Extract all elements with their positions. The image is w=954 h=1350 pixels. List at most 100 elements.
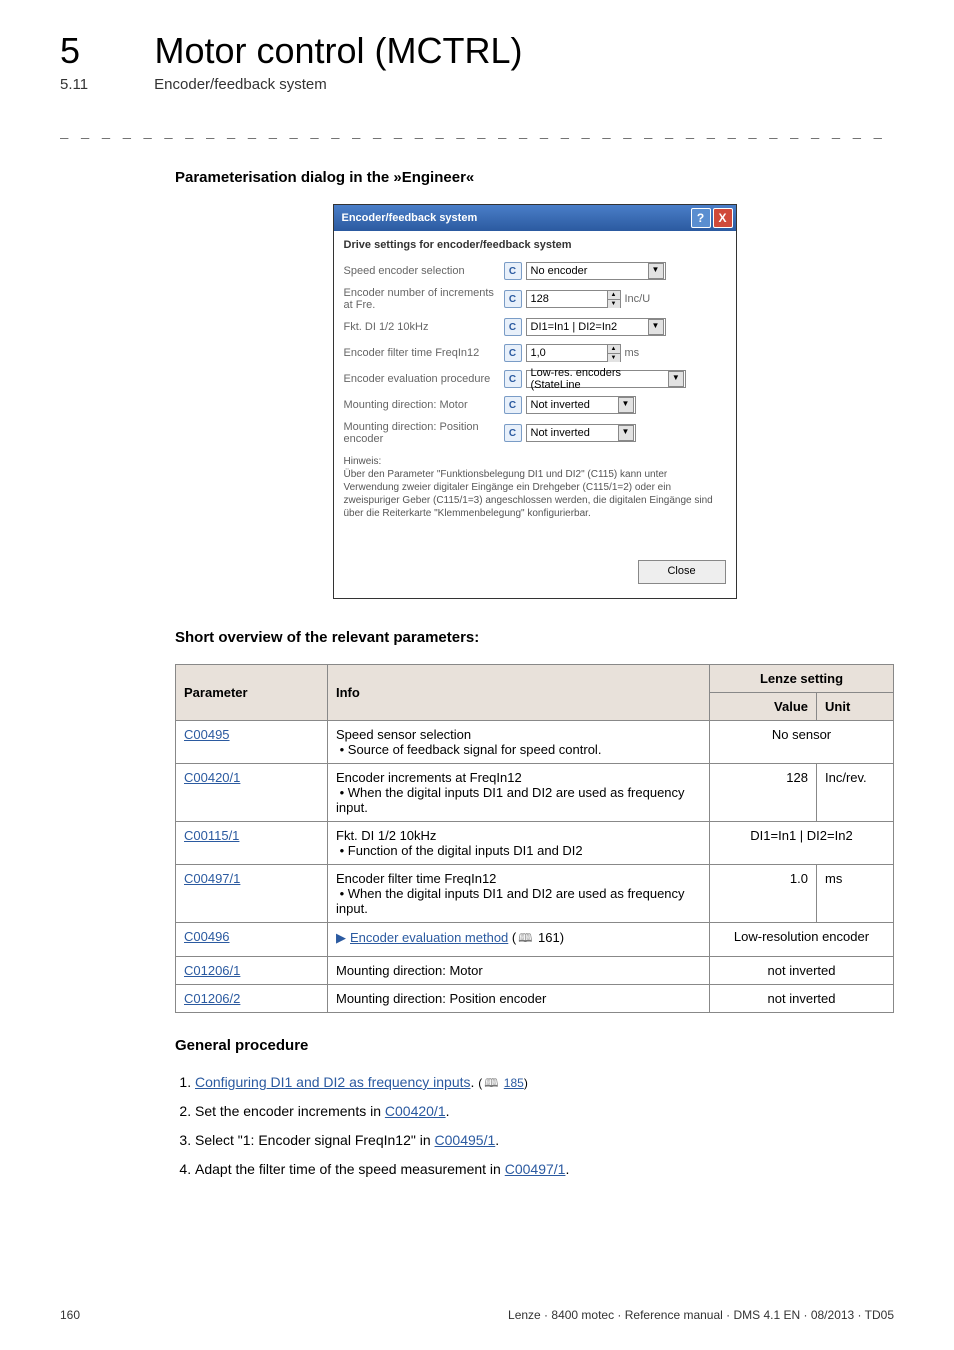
- label-mount-motor: Mounting direction: Motor: [344, 399, 504, 411]
- c-button[interactable]: C: [504, 344, 522, 362]
- table-row: C00496 ▶Encoder evaluation method ( 161)…: [176, 923, 894, 957]
- book-icon: [482, 1076, 500, 1090]
- info-cell: Mounting direction: Motor: [328, 957, 710, 985]
- c-button[interactable]: C: [504, 318, 522, 336]
- unit-cell: ms: [817, 865, 894, 923]
- hint-label: Hinweis:: [344, 455, 726, 468]
- combo-eval[interactable]: Low-res. encoders (StateLine ▼: [526, 370, 686, 388]
- table-row: C00495 Speed sensor selection • Source o…: [176, 721, 894, 764]
- param-link[interactable]: C00495: [184, 727, 230, 742]
- close-button[interactable]: Close: [638, 560, 726, 584]
- label-fkt: Fkt. DI 1/2 10kHz: [344, 321, 504, 333]
- value-cell: 1.0: [710, 865, 817, 923]
- list-item: Adapt the filter time of the speed measu…: [195, 1159, 894, 1180]
- chapter-number: 5: [60, 30, 150, 72]
- combo-value: DI1=In1 | DI2=In2: [531, 321, 618, 333]
- dialog-titlebar: Encoder/feedback system ? X: [334, 205, 736, 231]
- combo-value: Not inverted: [531, 427, 590, 439]
- chapter-title: Motor control (MCTRL): [154, 30, 522, 72]
- info-link[interactable]: Encoder evaluation method: [350, 930, 508, 945]
- page-ref-link[interactable]: 185: [504, 1076, 524, 1090]
- page-number: 160: [60, 1308, 80, 1322]
- code-link[interactable]: C00420/1: [385, 1103, 446, 1119]
- value-cell: not inverted: [710, 985, 894, 1013]
- close-icon[interactable]: X: [713, 208, 733, 228]
- book-icon: [516, 930, 534, 945]
- table-row: C00497/1 Encoder filter time FreqIn12 • …: [176, 865, 894, 923]
- hint-text: Über den Parameter "Funktionsbelegung DI…: [344, 468, 726, 520]
- spinner[interactable]: ▲▼: [607, 344, 621, 362]
- step-link[interactable]: Configuring DI1 and DI2 as frequency inp…: [195, 1074, 471, 1090]
- value-cell: Low-resolution encoder: [710, 923, 894, 957]
- parameter-table: Parameter Info Lenze setting Value Unit …: [175, 664, 894, 1013]
- label-speed-encoder: Speed encoder selection: [344, 265, 504, 277]
- chevron-down-icon[interactable]: ▼: [618, 397, 634, 413]
- param-link[interactable]: C01206/2: [184, 991, 240, 1006]
- input-value: 128: [531, 293, 549, 305]
- heading-general-procedure: General procedure: [175, 1037, 894, 1054]
- info-cell: Encoder filter time FreqIn12 • When the …: [328, 865, 710, 923]
- input-value: 1,0: [531, 347, 546, 359]
- info-cell: Mounting direction: Position encoder: [328, 985, 710, 1013]
- c-button[interactable]: C: [504, 396, 522, 414]
- value-cell: DI1=In1 | DI2=In2: [710, 822, 894, 865]
- list-item: Set the encoder increments in C00420/1.: [195, 1101, 894, 1122]
- combo-value: Not inverted: [531, 399, 590, 411]
- th-lenze: Lenze setting: [710, 665, 894, 693]
- dialog-title: Encoder/feedback system: [342, 212, 478, 224]
- list-item: Select "1: Encoder signal FreqIn12" in C…: [195, 1130, 894, 1151]
- value-cell: 128: [710, 764, 817, 822]
- section-title: Encoder/feedback system: [154, 76, 327, 93]
- table-row: C01206/1 Mounting direction: Motor not i…: [176, 957, 894, 985]
- list-item: Configuring DI1 and DI2 as frequency inp…: [195, 1072, 894, 1093]
- arrow-icon: ▶: [336, 930, 346, 945]
- combo-fkt[interactable]: DI1=In1 | DI2=In2 ▼: [526, 318, 666, 336]
- table-row: C00420/1 Encoder increments at FreqIn12 …: [176, 764, 894, 822]
- label-eval: Encoder evaluation procedure: [344, 373, 504, 385]
- input-increments[interactable]: 128: [526, 290, 608, 308]
- c-button[interactable]: C: [504, 424, 522, 442]
- table-row: C01206/2 Mounting direction: Position en…: [176, 985, 894, 1013]
- chevron-down-icon[interactable]: ▼: [618, 425, 634, 441]
- page-footer: 160 Lenze · 8400 motec · Reference manua…: [60, 1308, 894, 1322]
- param-link[interactable]: C00115/1: [184, 828, 239, 843]
- procedure-list: Configuring DI1 and DI2 as frequency inp…: [175, 1072, 894, 1180]
- heading-short-overview: Short overview of the relevant parameter…: [175, 629, 894, 646]
- chevron-down-icon[interactable]: ▼: [668, 371, 683, 387]
- label-increments: Encoder number of increments at Fre.: [344, 287, 504, 311]
- chevron-down-icon[interactable]: ▼: [648, 263, 664, 279]
- param-link[interactable]: C00420/1: [184, 770, 240, 785]
- combo-mount-encoder[interactable]: Not inverted ▼: [526, 424, 636, 442]
- c-button[interactable]: C: [504, 370, 522, 388]
- footer-info: Lenze · 8400 motec · Reference manual · …: [508, 1308, 894, 1322]
- param-link[interactable]: C00497/1: [184, 871, 240, 886]
- param-link[interactable]: C00496: [184, 929, 230, 944]
- input-filter-time[interactable]: 1,0: [526, 344, 608, 362]
- th-parameter: Parameter: [176, 665, 328, 721]
- chevron-down-icon[interactable]: ▼: [648, 319, 664, 335]
- th-value: Value: [710, 693, 817, 721]
- unit-label: ms: [625, 347, 640, 359]
- th-unit: Unit: [817, 693, 894, 721]
- code-link[interactable]: C00495/1: [435, 1132, 496, 1148]
- combo-speed-encoder[interactable]: No encoder ▼: [526, 262, 666, 280]
- dialog-subheading: Drive settings for encoder/feedback syst…: [344, 239, 726, 251]
- info-cell: ▶Encoder evaluation method ( 161): [328, 923, 710, 957]
- encoder-dialog: Encoder/feedback system ? X Drive settin…: [333, 204, 737, 599]
- section-number: 5.11: [60, 76, 150, 93]
- unit-label: Inc/U: [625, 293, 651, 305]
- c-button[interactable]: C: [504, 290, 522, 308]
- param-link[interactable]: C01206/1: [184, 963, 240, 978]
- th-info: Info: [328, 665, 710, 721]
- value-cell: No sensor: [710, 721, 894, 764]
- c-button[interactable]: C: [504, 262, 522, 280]
- info-cell: Encoder increments at FreqIn12 • When th…: [328, 764, 710, 822]
- info-cell: Fkt. DI 1/2 10kHz • Function of the digi…: [328, 822, 710, 865]
- spinner[interactable]: ▲▼: [607, 290, 621, 308]
- help-icon[interactable]: ?: [691, 208, 711, 228]
- heading-param-dialog: Parameterisation dialog in the »Engineer…: [175, 169, 894, 186]
- code-link[interactable]: C00497/1: [505, 1161, 566, 1177]
- combo-mount-motor[interactable]: Not inverted ▼: [526, 396, 636, 414]
- label-mount-encoder: Mounting direction: Position encoder: [344, 421, 504, 445]
- value-cell: not inverted: [710, 957, 894, 985]
